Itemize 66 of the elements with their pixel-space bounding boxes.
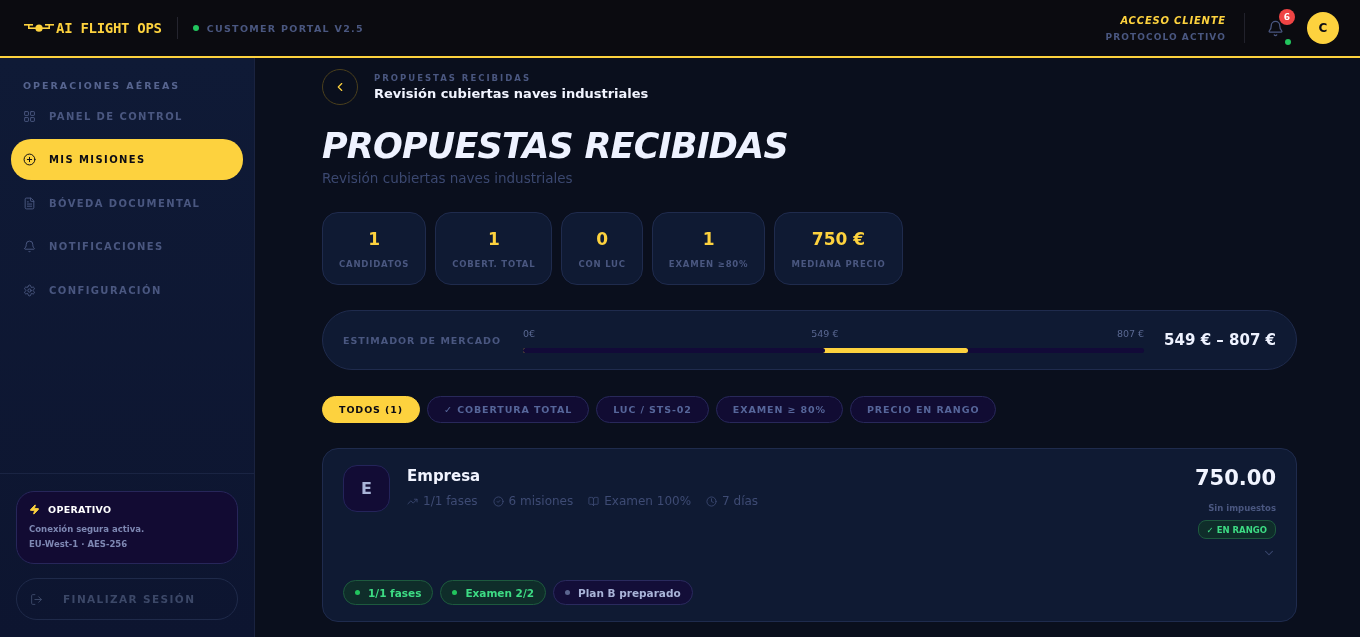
page-title: PROPUESTAS RECIBIDAS	[322, 125, 789, 168]
tag-dot-icon	[355, 590, 360, 595]
check-circle-icon	[492, 495, 504, 507]
access-subtitle: PROTOCOLO ACTIVO	[1105, 31, 1226, 42]
status-title: OPERATIVO	[48, 504, 112, 515]
lightning-icon	[29, 504, 40, 515]
filter-chip[interactable]: TODOS (1)	[322, 396, 421, 423]
proposal-meta-text: 6 misiones	[508, 494, 574, 508]
logo-text: AI FLIGHT OPS	[56, 20, 162, 36]
status-text: Conexión segura activa.	[29, 523, 146, 536]
stat-value: 1	[368, 228, 381, 249]
tag-dot-icon	[452, 590, 458, 595]
proposal-meta-text: 1/1 fases	[423, 494, 478, 508]
settings-icon	[23, 283, 36, 297]
portal-version-label: CUSTOMER PORTAL V2.5	[206, 22, 364, 34]
proposal-meta-text: 7 días	[722, 494, 759, 508]
company-name: Empresa	[407, 467, 482, 485]
tag-text: 1/1 fases	[368, 586, 422, 599]
sidebar-item[interactable]: MIS MISIONES	[11, 139, 243, 180]
proposal-meta-text: Examen 100%	[604, 494, 692, 508]
filter-chip[interactable]: LUC / STS-02	[596, 396, 709, 423]
tag-text: Plan B preparado	[578, 586, 681, 599]
scale-max-label: 807 €	[1116, 327, 1145, 340]
document-icon	[23, 196, 36, 210]
range-low-label: 549 €	[811, 327, 839, 340]
sidebar-item[interactable]: NOTIFICACIONES	[11, 226, 243, 267]
stat-label: CANDIDATOS	[339, 258, 410, 269]
filter-chip[interactable]: ✓ COBERTURA TOTAL	[427, 396, 590, 423]
price-range-summary: 549 € – 807 €	[1164, 331, 1276, 349]
page-subtitle: Revisión cubiertas naves industriales	[322, 170, 574, 186]
price-note: Sin impuestos	[1208, 503, 1276, 513]
user-avatar[interactable]: C	[1307, 12, 1339, 44]
sidebar-item[interactable]: PANEL DE CONTROL	[11, 95, 243, 137]
proposal-price: 750.00	[1194, 465, 1276, 491]
plus-circle-icon	[23, 153, 36, 166]
filter-chip[interactable]: PRECIO EN RANGO	[850, 396, 997, 423]
bell-icon	[1266, 19, 1284, 37]
stat-label: CON LUC	[578, 258, 626, 269]
stat-label: MEDIANA PRECIO	[791, 258, 886, 269]
tag-text: Examen 2/2	[465, 586, 535, 599]
breadcrumb-section: PROPUESTAS RECIBIDAS	[374, 73, 649, 83]
bell-icon	[23, 240, 36, 253]
grid-icon	[23, 109, 36, 123]
notification-count-badge: 6	[1279, 9, 1295, 25]
stat-value: 750 €	[811, 228, 866, 249]
company-avatar: E	[343, 465, 390, 512]
stat-value: 1	[487, 228, 500, 249]
sidebar-section-title: OPERACIONES AÉREAS	[22, 80, 182, 91]
stat-value: 0	[596, 228, 609, 249]
access-title: ACCESO CLIENTE	[1120, 14, 1226, 26]
in-range-badge: ✓ EN RANGO	[1197, 520, 1276, 539]
sidebar-item[interactable]: BÓVEDA DOCUMENTAL	[11, 182, 243, 224]
stat-value: 1	[702, 228, 715, 249]
status-text: EU-West-1 · AES-256	[29, 538, 129, 551]
tag-dot-icon	[565, 590, 571, 595]
stat-label: COBERT. TOTAL	[452, 258, 536, 269]
clock-icon	[706, 495, 718, 507]
drone-logo-icon	[24, 23, 54, 33]
breadcrumb-current: Revisión cubiertas naves industriales	[374, 86, 649, 101]
scale-min-label: 0€	[522, 327, 536, 340]
book-icon	[588, 495, 600, 507]
filter-chip[interactable]: EXAMEN ≥ 80%	[715, 396, 843, 423]
sidebar-item[interactable]: CONFIGURACIÓN	[11, 269, 243, 311]
market-label: ESTIMADOR DE MERCADO	[343, 334, 501, 346]
logout-icon	[30, 592, 43, 606]
stat-label: EXAMEN ≥80%	[668, 258, 749, 269]
